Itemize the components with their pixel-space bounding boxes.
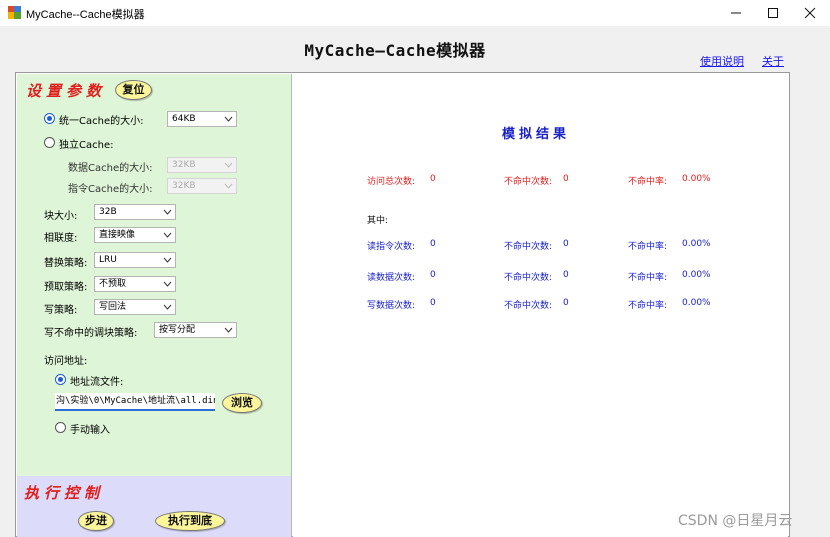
write-miss-value: 0 — [563, 298, 569, 308]
data-cache-size-select: 32KB — [167, 157, 237, 173]
manual-input-label: 手动输入 — [70, 425, 110, 436]
unified-cache-size-value: 64KB — [172, 114, 196, 124]
settings-title: 设置参数 — [26, 82, 107, 100]
window-title: MyCache--Cache模拟器 — [26, 9, 145, 21]
total-access-label: 访问总次数: — [367, 177, 416, 187]
read-miss-value: 0 — [563, 270, 569, 280]
replacement-select[interactable]: LRU — [94, 252, 176, 268]
about-link[interactable]: 关于 — [762, 53, 784, 69]
data-read-label: 读数据次数: — [367, 273, 416, 283]
inst-cache-size-select: 32KB — [167, 178, 237, 194]
read-miss-rate-value: 0.00% — [682, 270, 711, 280]
maximize-icon — [768, 8, 778, 18]
chevron-down-icon — [163, 281, 172, 287]
inst-read-value: 0 — [430, 239, 436, 249]
among-label: 其中: — [367, 216, 389, 226]
write-miss-label: 写不命中的调块策略: — [44, 328, 138, 339]
maximize-button[interactable] — [753, 0, 793, 26]
write-miss-select[interactable]: 按写分配 — [154, 322, 237, 338]
watermark: CSDN @日星月云 — [678, 513, 793, 529]
chevron-down-icon — [163, 304, 172, 310]
write-miss-label: 不命中次数: — [504, 301, 553, 311]
chevron-down-icon — [224, 183, 233, 189]
chevron-down-icon — [163, 209, 172, 215]
write-policy-value: 写回法 — [99, 302, 127, 312]
total-miss-value: 0 — [563, 174, 569, 184]
data-write-label: 写数据次数: — [367, 301, 416, 311]
replacement-label: 替换策略: — [44, 258, 88, 269]
settings-panel: 设置参数 复位 统一Cache的大小: 64KB 独立Cache: 数据Cach… — [17, 74, 292, 476]
write-miss-rate-label: 不命中率: — [628, 301, 668, 311]
unified-cache-label: 统一Cache的大小: — [59, 116, 144, 127]
associativity-value: 直接映像 — [99, 230, 136, 240]
inst-miss-rate-value: 0.00% — [682, 239, 711, 249]
data-cache-size-value: 32KB — [172, 160, 196, 170]
chevron-down-icon — [224, 162, 233, 168]
write-policy-label: 写策略: — [44, 305, 78, 316]
prefetch-select[interactable]: 不预取 — [94, 276, 176, 292]
inst-cache-label: 指令Cache的大小: — [68, 184, 153, 195]
results-title: 模拟结果 — [502, 127, 571, 142]
read-miss-label: 不命中次数: — [504, 273, 553, 283]
associativity-label: 相联度: — [44, 233, 78, 244]
chevron-down-icon — [163, 232, 172, 238]
chevron-down-icon — [163, 257, 172, 263]
data-cache-label: 数据Cache的大小: — [68, 163, 153, 174]
address-file-radio[interactable] — [55, 374, 66, 385]
reset-button[interactable]: 复位 — [115, 80, 152, 100]
chevron-down-icon — [224, 116, 233, 122]
write-policy-select[interactable]: 写回法 — [94, 299, 176, 315]
inst-miss-value: 0 — [563, 239, 569, 249]
inst-cache-size-value: 32KB — [172, 181, 196, 191]
block-size-label: 块大小: — [44, 211, 78, 222]
close-icon — [804, 7, 816, 19]
total-miss-label: 不命中次数: — [504, 177, 553, 187]
split-cache-label: 独立Cache: — [59, 140, 114, 151]
browse-button[interactable]: 浏览 — [222, 393, 262, 413]
execution-panel: 执行控制 步进 执行到底 — [17, 476, 292, 537]
block-size-value: 32B — [99, 207, 117, 217]
unified-cache-radio[interactable] — [44, 113, 55, 124]
unified-cache-size-select[interactable]: 64KB — [167, 111, 237, 127]
address-label: 访问地址: — [44, 356, 88, 367]
app-icon — [8, 6, 21, 19]
inst-miss-label: 不命中次数: — [504, 242, 553, 252]
title-bar: MyCache--Cache模拟器 — [0, 0, 830, 26]
page-title: MyCache—Cache模拟器 — [304, 41, 486, 60]
chevron-down-icon — [224, 327, 233, 333]
address-file-label: 地址流文件: — [70, 377, 124, 388]
manual-input-radio[interactable] — [55, 422, 66, 433]
data-read-value: 0 — [430, 270, 436, 280]
write-miss-value: 按写分配 — [159, 325, 196, 335]
write-miss-rate-value: 0.00% — [682, 298, 711, 308]
inst-miss-rate-label: 不命中率: — [628, 242, 668, 252]
associativity-select[interactable]: 直接映像 — [94, 227, 176, 243]
block-size-select[interactable]: 32B — [94, 204, 176, 220]
split-cache-radio[interactable] — [44, 137, 55, 148]
replacement-value: LRU — [99, 255, 117, 265]
minimize-icon — [731, 12, 741, 14]
minimize-button[interactable] — [716, 0, 756, 26]
prefetch-value: 不预取 — [99, 279, 127, 289]
read-miss-rate-label: 不命中率: — [628, 273, 668, 283]
prefetch-label: 预取策略: — [44, 282, 88, 293]
total-access-value: 0 — [430, 174, 436, 184]
address-file-path-input[interactable]: 沟\实验\0\MyCache\地址流\all.din — [55, 393, 215, 411]
help-link[interactable]: 使用说明 — [700, 53, 744, 69]
step-button[interactable]: 步进 — [78, 511, 114, 531]
close-button[interactable] — [790, 0, 830, 26]
run-to-end-button[interactable]: 执行到底 — [155, 511, 225, 531]
execution-title: 执行控制 — [24, 484, 105, 502]
total-miss-rate-value: 0.00% — [682, 174, 711, 184]
total-miss-rate-label: 不命中率: — [628, 177, 668, 187]
data-write-value: 0 — [430, 298, 436, 308]
inst-read-label: 读指令次数: — [367, 242, 416, 252]
